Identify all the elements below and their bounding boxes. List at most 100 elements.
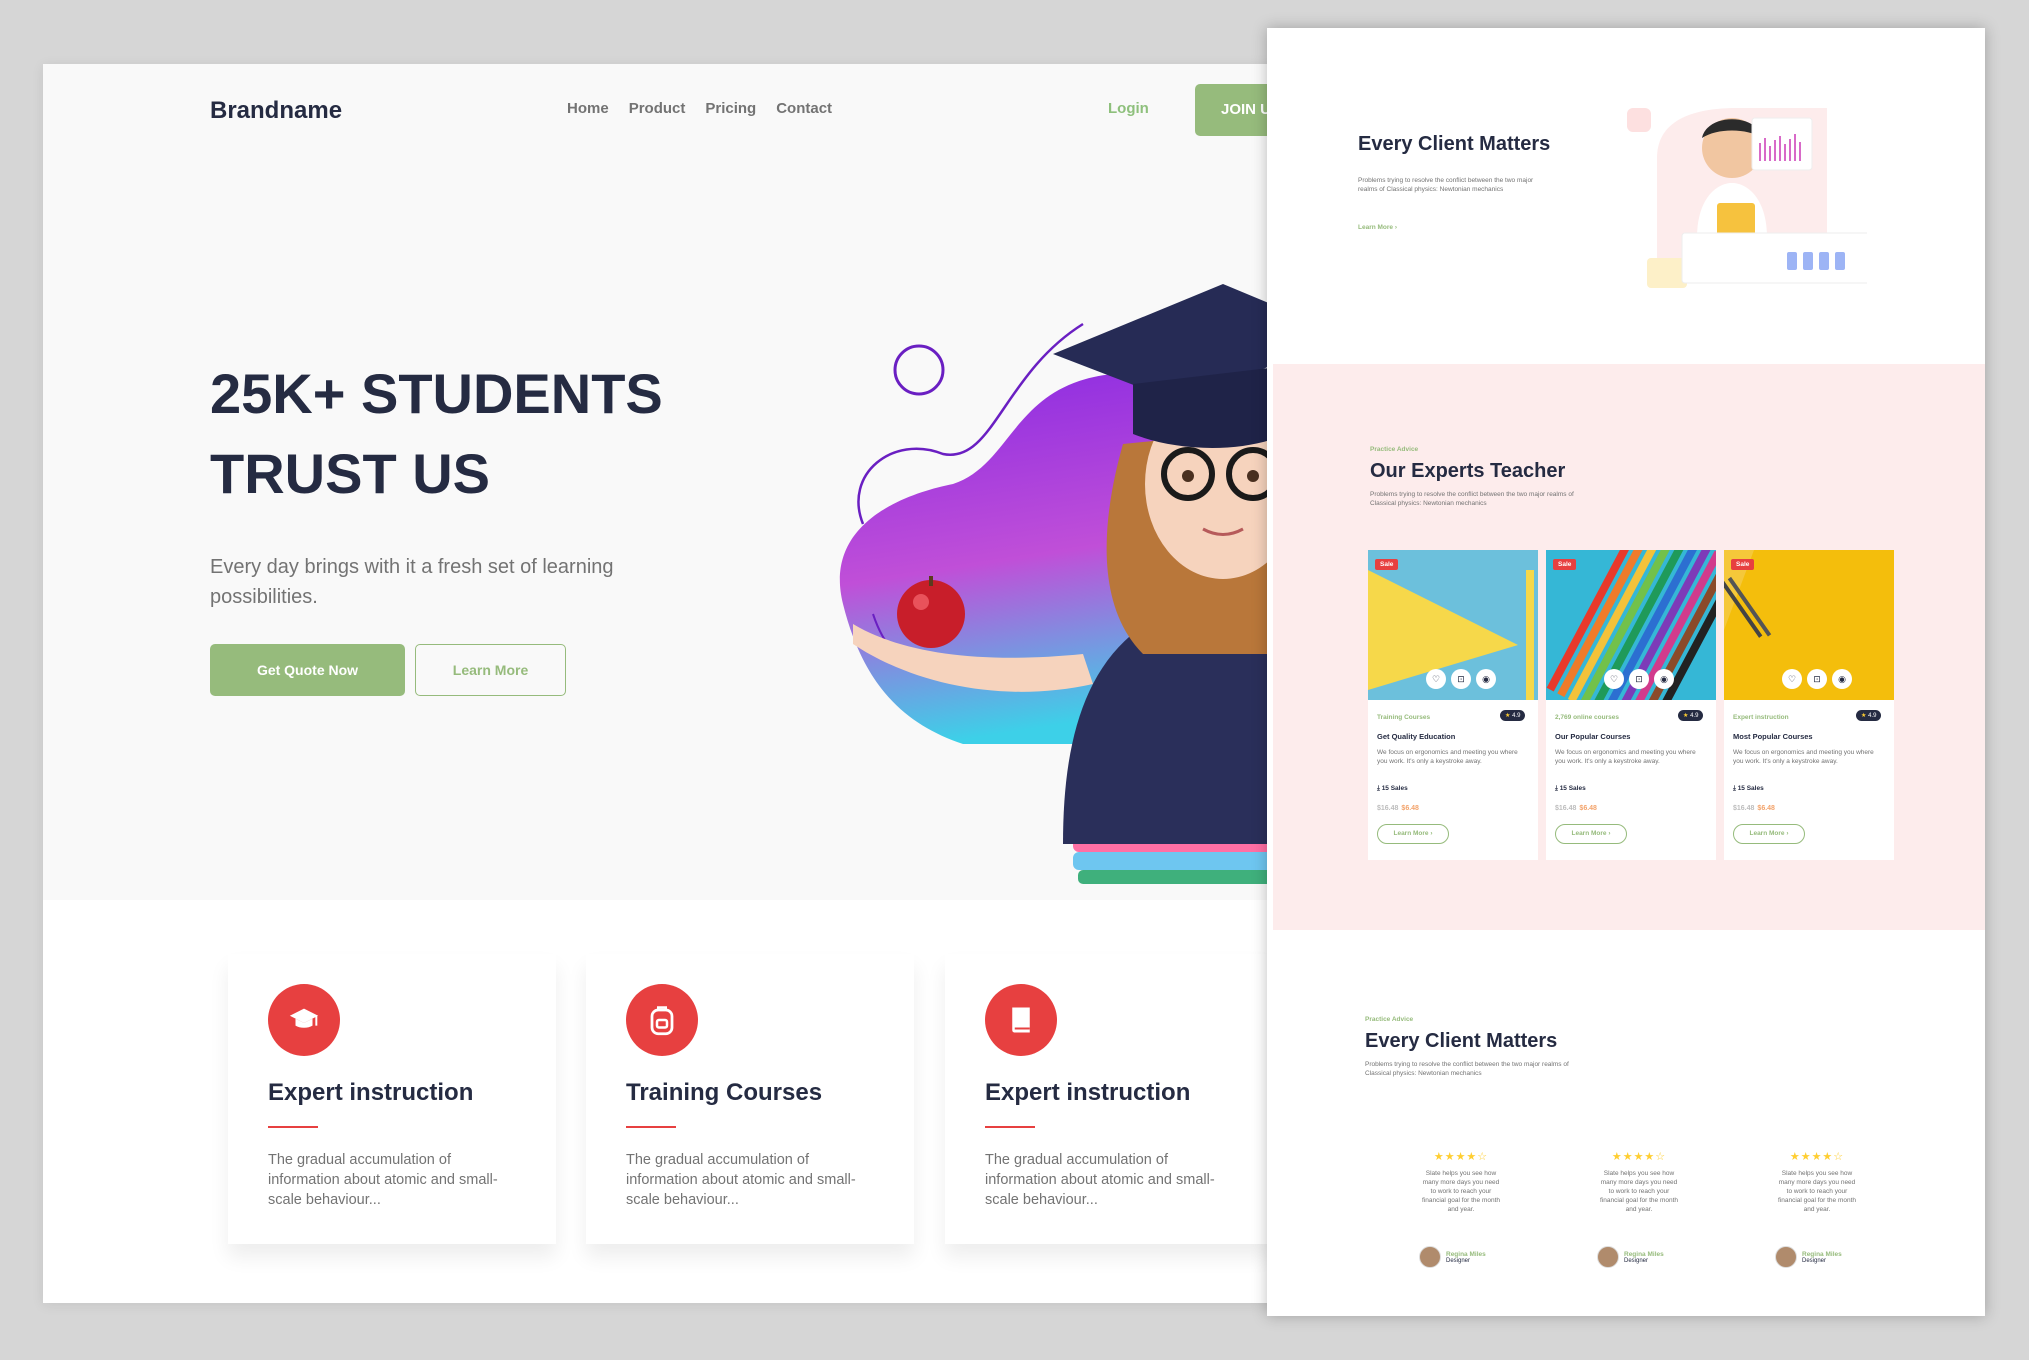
rating-badge: ★ 4.9 (1856, 710, 1882, 721)
feature-divider (268, 1126, 318, 1128)
rating-badge: ★ 4.9 (1678, 710, 1704, 721)
course-price: $16.48 $6.48 (1377, 805, 1419, 812)
old-price: $16.48 (1377, 805, 1399, 812)
avatar (1775, 1246, 1797, 1268)
feature-title: Expert instruction (985, 1079, 1191, 1106)
section1-description: Problems trying to resolve the conflict … (1358, 177, 1534, 193)
new-price: $6.48 (1401, 805, 1419, 812)
chevron-right-icon: › (1608, 830, 1611, 837)
testimonial-author: Regina Miles Designer (1419, 1246, 1486, 1268)
hero-student-illustration (840, 284, 1313, 884)
testimonial-text: Slate helps you see how many more days y… (1599, 1170, 1679, 1213)
sale-badge: Sale (1553, 559, 1577, 570)
course-title: Most Popular Courses (1733, 732, 1813, 741)
course-card[interactable]: Sale ♡ ⊡ ◉ Expert instruction ★ 4.9 Most… (1724, 550, 1894, 860)
feature-card: Expert instruction The gradual accumulat… (945, 954, 1273, 1244)
course-sales-label: 15 Sales (1381, 785, 1408, 792)
hero-subtitle: Every day brings with it a fresh set of … (210, 556, 614, 608)
nav-pricing[interactable]: Pricing (705, 100, 756, 117)
course-sales-label: 15 Sales (1559, 785, 1586, 792)
download-icon: ⤓ (1377, 785, 1380, 792)
course-category: 2,769 online courses (1555, 714, 1619, 721)
login-link[interactable]: Login (1108, 100, 1149, 117)
course-actions: ♡ ⊡ ◉ (1426, 669, 1496, 689)
course-description: We focus on ergonomics and meeting you w… (1733, 749, 1874, 765)
author-role: Designer (1802, 1257, 1827, 1264)
new-price: $6.48 (1579, 805, 1597, 812)
section3-tag: Practice Advice (1365, 1016, 1414, 1023)
feature-description: The gradual accumulation of information … (985, 1152, 1215, 1208)
nav-product[interactable]: Product (629, 100, 686, 117)
rating-badge: ★ 4.9 (1500, 710, 1526, 721)
course-learn-more-label: Learn More (1749, 830, 1785, 837)
feature-title: Expert instruction (268, 1079, 474, 1106)
star-icon: ★ (1861, 713, 1867, 719)
course-learn-more-button[interactable]: Learn More › (1377, 824, 1449, 844)
course-card[interactable]: Sale ♡ ⊡ ◉ 2,769 online courses ★ 4.9 Ou… (1546, 550, 1716, 860)
sale-badge: Sale (1375, 559, 1399, 570)
old-price: $16.48 (1555, 805, 1577, 812)
feature-divider (985, 1126, 1035, 1128)
star-rating: ★★★★☆ (1433, 1151, 1489, 1163)
main-nav: Home Product Pricing Contact (567, 100, 832, 117)
eye-icon[interactable]: ◉ (1476, 669, 1496, 689)
cart-icon[interactable]: ⊡ (1451, 669, 1471, 689)
hero-section: Brandname Home Product Pricing Contact L… (43, 64, 1313, 900)
feature-description: The gradual accumulation of information … (626, 1152, 856, 1208)
cart-icon[interactable]: ⊡ (1807, 669, 1827, 689)
eye-icon[interactable]: ◉ (1654, 669, 1674, 689)
section2-title: Our Experts Teacher (1370, 460, 1566, 482)
old-price: $16.48 (1733, 805, 1755, 812)
course-title: Get Quality Education (1377, 732, 1456, 741)
testimonial-card: ★★★★☆ Slate helps you see how many more … (1401, 1150, 1521, 1268)
course-learn-more-button[interactable]: Learn More › (1733, 824, 1805, 844)
avatar (1419, 1246, 1441, 1268)
chevron-right-icon: › (1430, 830, 1433, 837)
section3-description: Problems trying to resolve the conflict … (1365, 1061, 1569, 1077)
star-icon: ★ (1505, 713, 1511, 719)
heart-icon[interactable]: ♡ (1604, 669, 1624, 689)
course-card[interactable]: Sale ♡ ⊡ ◉ Training Courses ★ 4.9 Get Qu… (1368, 550, 1538, 860)
section1-learn-more-label: Learn More (1358, 224, 1394, 231)
get-quote-button[interactable]: Get Quote Now (210, 644, 405, 696)
feature-card: Training Courses The gradual accumulatio… (586, 954, 914, 1244)
section1-learn-more-link[interactable]: Learn More › (1358, 224, 1397, 231)
course-sales: ⤓ 15 Sales (1733, 785, 1764, 793)
rating-value: 4.9 (1690, 713, 1699, 719)
hero-title-line1: 25K+ STUDENTS (210, 362, 663, 425)
landing-page-main: Brandname Home Product Pricing Contact L… (43, 64, 1313, 1303)
landing-page-secondary: Every Client Matters Problems trying to … (1267, 28, 1985, 1316)
eye-icon[interactable]: ◉ (1832, 669, 1852, 689)
sale-badge: Sale (1731, 559, 1755, 570)
feature-description: The gradual accumulation of information … (268, 1152, 498, 1208)
rating-value: 4.9 (1868, 713, 1877, 719)
course-sales: ⤓ 15 Sales (1377, 785, 1408, 793)
star-icon: ★ (1683, 713, 1689, 719)
course-learn-more-label: Learn More (1393, 830, 1429, 837)
author-role: Designer (1446, 1257, 1471, 1264)
course-title: Our Popular Courses (1555, 732, 1631, 741)
learn-more-button[interactable]: Learn More (415, 644, 566, 696)
course-learn-more-button[interactable]: Learn More › (1555, 824, 1627, 844)
course-sales: ⤓ 15 Sales (1555, 785, 1586, 793)
hero-title: 25K+ STUDENTS TRUST US (210, 354, 770, 514)
testimonial-author: Regina Miles Designer (1775, 1246, 1842, 1268)
heart-icon[interactable]: ♡ (1782, 669, 1802, 689)
nav-contact[interactable]: Contact (776, 100, 832, 117)
testimonial-text: Slate helps you see how many more days y… (1777, 1170, 1857, 1213)
brand-logo[interactable]: Brandname (210, 97, 342, 125)
star-rating: ★★★★☆ (1789, 1151, 1845, 1163)
book-icon (985, 984, 1057, 1056)
nav-home[interactable]: Home (567, 100, 609, 117)
heart-icon[interactable]: ♡ (1426, 669, 1446, 689)
section2-description: Problems trying to resolve the conflict … (1370, 491, 1574, 507)
feature-card: Expert instruction The gradual accumulat… (228, 954, 556, 1244)
author-name: Regina Miles (1802, 1250, 1842, 1258)
author-role: Designer (1624, 1257, 1649, 1264)
download-icon: ⤓ (1555, 785, 1558, 792)
testimonial-author: Regina Miles Designer (1597, 1246, 1664, 1268)
feature-title: Training Courses (626, 1079, 823, 1106)
cart-icon[interactable]: ⊡ (1629, 669, 1649, 689)
boy-with-dashboard-illustration (1627, 108, 1867, 288)
chevron-right-icon: › (1786, 830, 1789, 837)
